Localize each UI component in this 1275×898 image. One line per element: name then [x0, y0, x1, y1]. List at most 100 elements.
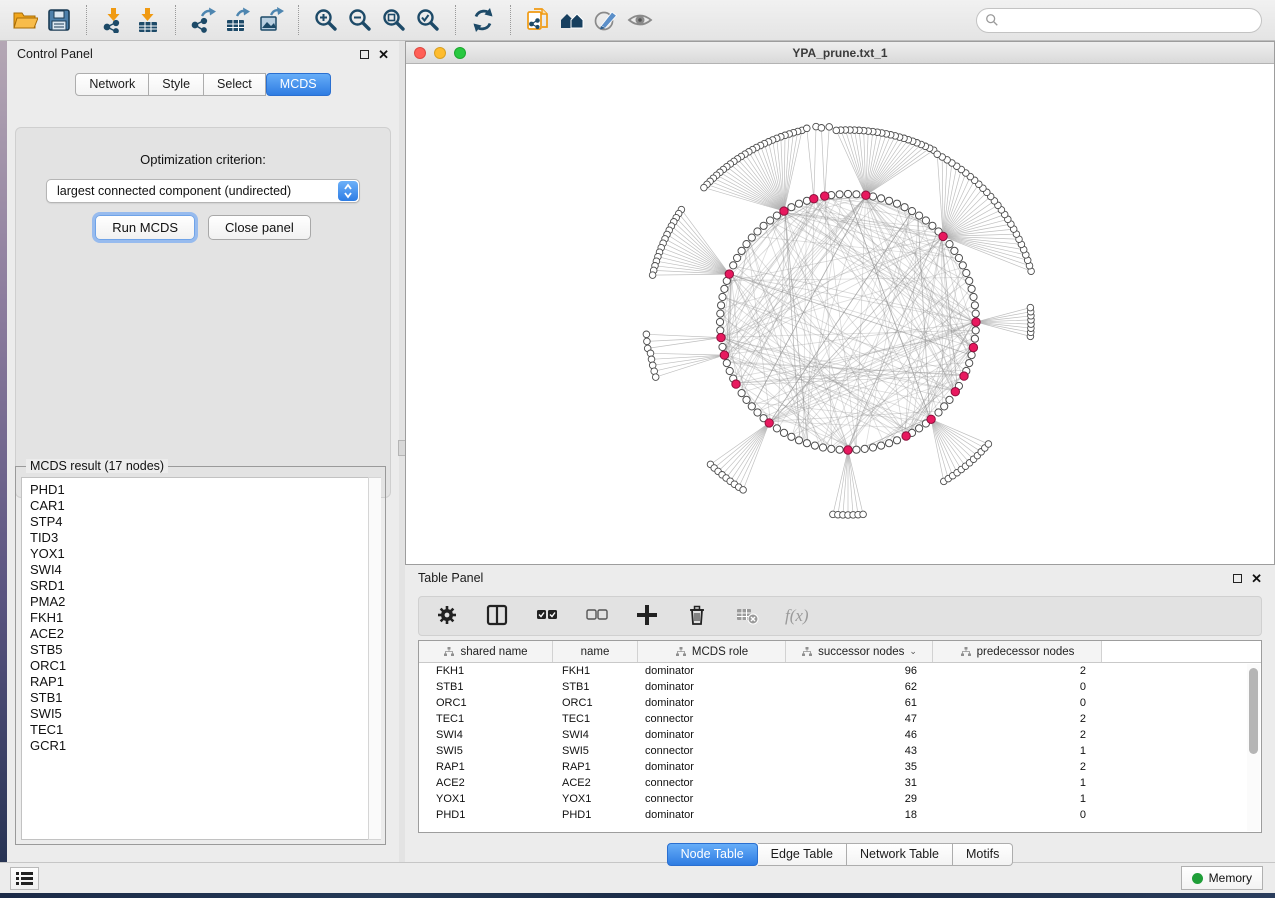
cell-shared-name: FKH1 — [419, 663, 553, 679]
mcds-result-item[interactable]: FKH1 — [30, 610, 380, 626]
tab-node-table[interactable]: Node Table — [667, 843, 758, 866]
mcds-result-item[interactable]: TID3 — [30, 530, 380, 546]
column-header-successor-nodes[interactable]: successor nodes⌄ — [786, 641, 933, 662]
zoom-in-icon[interactable] — [309, 5, 343, 35]
houses-icon[interactable] — [555, 5, 589, 35]
cell-predecessor-nodes: 1 — [933, 775, 1102, 791]
mcds-result-item[interactable]: ORC1 — [30, 658, 380, 674]
cell-name: YOX1 — [553, 791, 638, 807]
import-network-icon[interactable] — [97, 5, 131, 35]
open-folder-icon[interactable] — [8, 5, 42, 35]
export-network-icon[interactable] — [186, 5, 220, 35]
pen-circle-icon[interactable] — [589, 5, 623, 35]
column-header-name[interactable]: name — [553, 641, 638, 662]
zoom-out-icon[interactable] — [343, 5, 377, 35]
tab-network[interactable]: Network — [75, 73, 149, 96]
mcds-result-item[interactable]: RAP1 — [30, 674, 380, 690]
network-window-titlebar[interactable]: YPA_prune.txt_1 — [406, 42, 1274, 64]
column-header-MCDS-role[interactable]: MCDS role — [638, 641, 786, 662]
deselect-all-icon[interactable] — [585, 601, 611, 631]
main-toolbar — [0, 0, 1275, 41]
cell-MCDS-role: dominator — [638, 807, 786, 823]
memory-button[interactable]: Memory — [1181, 866, 1263, 890]
table-panel-title: Table Panel — [418, 571, 483, 585]
zoom-selected-icon[interactable] — [411, 5, 445, 35]
task-history-button[interactable] — [10, 867, 39, 890]
delete-column-icon[interactable] — [685, 601, 711, 631]
mcds-result-item[interactable]: STB5 — [30, 642, 380, 658]
close-panel-icon[interactable]: ✕ — [378, 50, 389, 59]
table-row[interactable]: ACE2ACE2connector311 — [419, 775, 1261, 791]
run-mcds-button[interactable]: Run MCDS — [95, 215, 195, 240]
mcds-result-item[interactable]: STP4 — [30, 514, 380, 530]
eye-icon[interactable] — [623, 5, 657, 35]
import-table-icon[interactable] — [131, 5, 165, 35]
share-document-icon[interactable] — [521, 5, 555, 35]
mcds-result-item[interactable]: PMA2 — [30, 594, 380, 610]
network-canvas[interactable] — [406, 64, 1274, 564]
column-label: MCDS role — [692, 646, 748, 658]
cell-successor-nodes: 96 — [786, 663, 933, 679]
column-header-shared-name[interactable]: shared name — [419, 641, 553, 662]
table-row[interactable]: TEC1TEC1connector472 — [419, 711, 1261, 727]
function-builder-icon[interactable]: f(x) — [785, 606, 809, 626]
table-row[interactable]: SWI4SWI4dominator462 — [419, 727, 1261, 743]
float-panel-icon[interactable] — [360, 50, 369, 59]
mcds-result-list[interactable]: PHD1CAR1STP4TID3YOX1SWI4SRD1PMA2FKH1ACE2… — [21, 477, 381, 840]
save-icon[interactable] — [42, 5, 76, 35]
tab-edge-table[interactable]: Edge Table — [758, 843, 847, 866]
column-view-icon[interactable] — [485, 601, 511, 631]
search-input[interactable] — [999, 13, 1253, 27]
minimize-window-icon[interactable] — [434, 47, 446, 59]
result-list-scrollbar[interactable] — [368, 477, 381, 840]
toolbar-separator — [510, 5, 511, 35]
cell-predecessor-nodes: 2 — [933, 759, 1102, 775]
mcds-result-item[interactable]: ACE2 — [30, 626, 380, 642]
mcds-result-item[interactable]: YOX1 — [30, 546, 380, 562]
mcds-result-item[interactable]: SRD1 — [30, 578, 380, 594]
zoom-fit-icon[interactable] — [377, 5, 411, 35]
toolbar-separator — [298, 5, 299, 35]
tab-motifs[interactable]: Motifs — [953, 843, 1013, 866]
toolbar-separator — [86, 5, 87, 35]
memory-status-icon — [1192, 873, 1203, 884]
table-row[interactable]: YOX1YOX1connector291 — [419, 791, 1261, 807]
mcds-result-item[interactable]: CAR1 — [30, 498, 380, 514]
mcds-result-item[interactable]: SWI5 — [30, 706, 380, 722]
criterion-dropdown[interactable]: largest connected component (undirected) — [46, 179, 360, 203]
mcds-result-item[interactable]: TEC1 — [30, 722, 380, 738]
cell-successor-nodes: 31 — [786, 775, 933, 791]
gear-icon[interactable] — [435, 601, 461, 631]
tab-mcds[interactable]: MCDS — [266, 73, 331, 96]
table-row[interactable]: ORC1ORC1dominator610 — [419, 695, 1261, 711]
delete-table-icon[interactable] — [735, 601, 761, 631]
desktop-wallpaper-bottom — [0, 893, 1275, 898]
cell-successor-nodes: 47 — [786, 711, 933, 727]
select-all-icon[interactable] — [535, 601, 561, 631]
mcds-result-item[interactable]: SWI4 — [30, 562, 380, 578]
mcds-result-item[interactable]: STB1 — [30, 690, 380, 706]
table-row[interactable]: STB1STB1dominator620 — [419, 679, 1261, 695]
add-column-icon[interactable] — [635, 601, 661, 631]
search-box[interactable] — [976, 8, 1262, 33]
export-image-icon[interactable] — [254, 5, 288, 35]
mcds-result-item[interactable]: GCR1 — [30, 738, 380, 754]
close-panel-button[interactable]: Close panel — [208, 215, 311, 240]
table-row[interactable]: SWI5SWI5connector431 — [419, 743, 1261, 759]
maximize-window-icon[interactable] — [454, 47, 466, 59]
tab-network-table[interactable]: Network Table — [847, 843, 953, 866]
table-row[interactable]: PHD1PHD1dominator180 — [419, 807, 1261, 823]
tab-style[interactable]: Style — [149, 73, 204, 96]
float-table-panel-icon[interactable] — [1233, 574, 1242, 583]
table-scrollbar-thumb[interactable] — [1249, 668, 1258, 754]
export-table-icon[interactable] — [220, 5, 254, 35]
mcds-result-item[interactable]: PHD1 — [30, 482, 380, 498]
table-row[interactable]: FKH1FKH1dominator962 — [419, 663, 1261, 679]
table-row[interactable]: RAP1RAP1dominator352 — [419, 759, 1261, 775]
refresh-icon[interactable] — [466, 5, 500, 35]
column-header-predecessor-nodes[interactable]: predecessor nodes — [933, 641, 1102, 662]
tab-select[interactable]: Select — [204, 73, 266, 96]
close-table-panel-icon[interactable]: ✕ — [1251, 574, 1262, 583]
table-scrollbar[interactable] — [1247, 664, 1260, 831]
close-window-icon[interactable] — [414, 47, 426, 59]
